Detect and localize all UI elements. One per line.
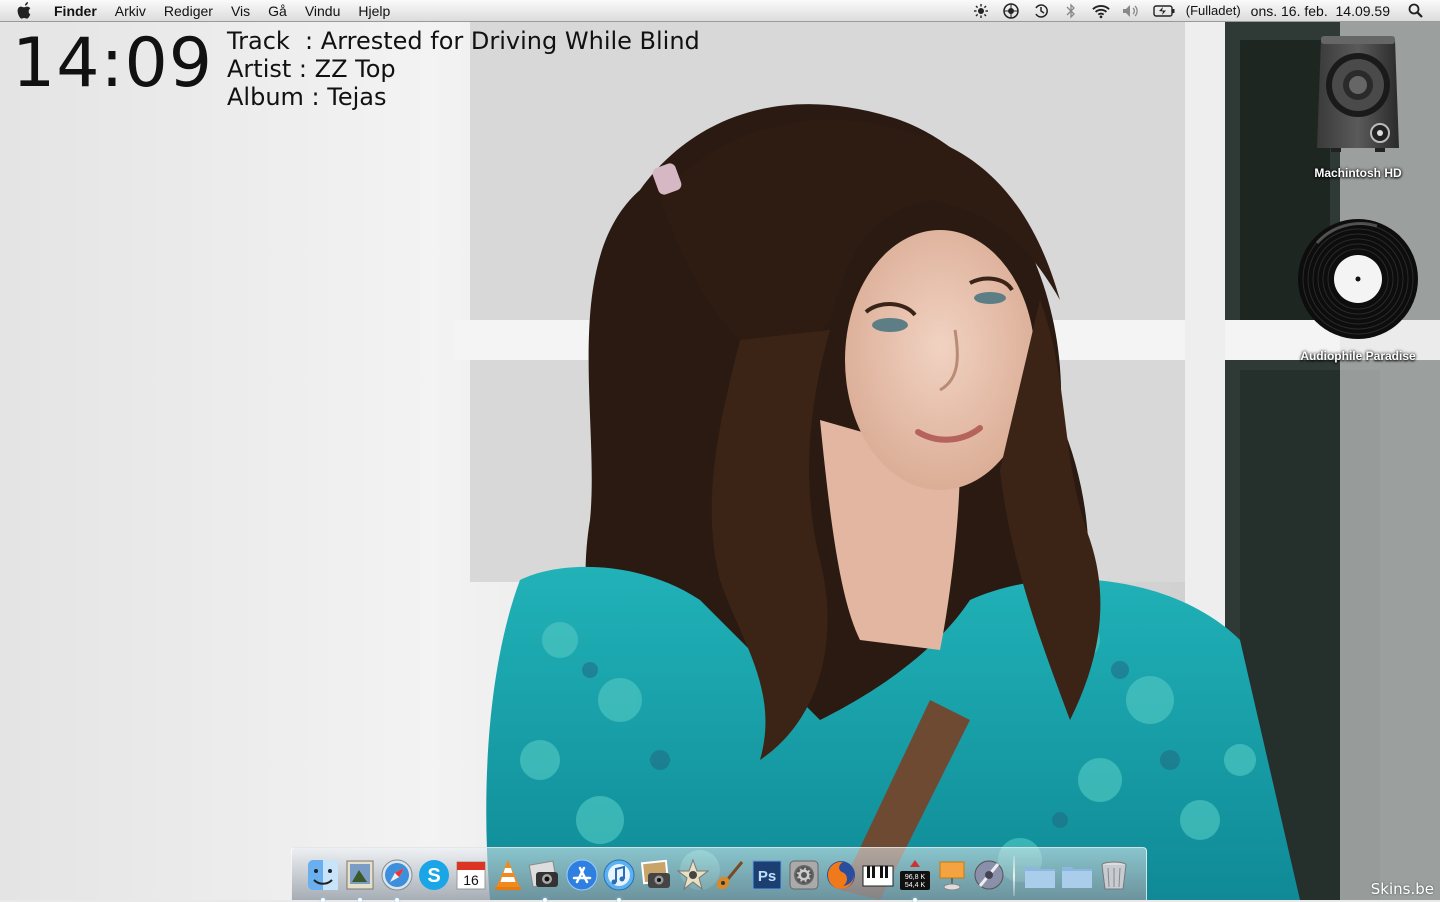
running-indicator (357, 898, 362, 902)
dock-item-preview[interactable] (341, 858, 378, 902)
menu-hjelp[interactable]: Hjelp (349, 0, 399, 22)
dock-item-safari[interactable] (378, 858, 415, 902)
firefox-icon (826, 861, 855, 889)
watermark: Skins.be (1370, 880, 1434, 898)
brightness-icon[interactable] (972, 3, 990, 19)
spotlight-search-icon[interactable] (1406, 3, 1424, 19)
artist-line: Artist : ZZ Top (227, 55, 396, 83)
dock-separator (1013, 856, 1015, 896)
dock: S 16 Ps 96,8 K 54,4 K (291, 847, 1147, 902)
time-machine-icon[interactable] (1032, 3, 1050, 19)
system-preferences-icon (789, 860, 818, 890)
dock-item-firefox[interactable] (822, 858, 859, 896)
itunes-icon (603, 859, 634, 891)
dock-item-ical[interactable]: 16 (452, 858, 489, 896)
track-line: Track : Arrested for Driving While Blind (227, 27, 700, 55)
dock-stack-documents[interactable] (1021, 858, 1058, 896)
hard-drive-speaker-icon (1317, 36, 1399, 152)
now-playing-info: Track : Arrested for Driving While Blind… (227, 27, 700, 111)
dock-item-system-preferences[interactable] (785, 858, 822, 896)
photoshop-icon: Ps (752, 860, 781, 890)
network-monitor-icon: 96,8 K54,4 K (899, 860, 930, 890)
desktop-icon-label: Audiophile Paradise (1300, 349, 1416, 363)
running-indicator (616, 898, 621, 902)
menu-arkiv[interactable]: Arkiv (106, 0, 155, 22)
dock-item-image-capture[interactable] (526, 858, 563, 902)
sync-icon[interactable] (1002, 2, 1020, 19)
app-store-icon (566, 859, 597, 891)
desktop-clock: 14:09 (12, 24, 213, 103)
imovie-star-icon (676, 858, 709, 891)
bluetooth-icon[interactable] (1062, 2, 1080, 19)
svg-text:S: S (427, 865, 440, 887)
preview-icon (346, 860, 373, 890)
vlc-icon (494, 860, 521, 890)
battery-status-text: (Fulladet) (1185, 3, 1241, 18)
dock-item-app-store[interactable] (563, 858, 600, 896)
iphoto-icon (640, 859, 670, 888)
dock-item-skype[interactable]: S (415, 858, 452, 896)
dock-item-photoshop[interactable]: Ps (748, 858, 785, 896)
image-capture-icon (528, 860, 558, 888)
ical-icon: 16 (456, 861, 485, 890)
desktop-icon-audiophile-paradise[interactable]: Audiophile Paradise (1288, 218, 1428, 363)
dock-item-garageband[interactable] (711, 858, 748, 896)
dock-item-network-monitor[interactable]: 96,8 K 54,4 K (896, 858, 933, 902)
menu-rediger[interactable]: Rediger (155, 0, 222, 22)
menu-vindu[interactable]: Vindu (296, 0, 350, 22)
running-indicator (394, 898, 399, 902)
vinyl-record-icon (1298, 219, 1418, 339)
album-line: Album : Tejas (227, 83, 387, 111)
running-indicator (320, 898, 325, 902)
desktop-icon-label: Machintosh HD (1314, 166, 1402, 180)
downloads-folder-icon (1061, 867, 1092, 888)
instruments-icon (974, 860, 1003, 890)
dock-trash[interactable] (1095, 858, 1132, 896)
svg-text:16: 16 (463, 872, 479, 888)
dock-item-presentation[interactable] (933, 858, 970, 896)
dock-item-instruments[interactable] (970, 858, 1007, 896)
apple-menu-icon[interactable] (17, 0, 39, 22)
dock-item-iphoto[interactable] (637, 858, 674, 896)
menu-finder[interactable]: Finder (51, 0, 106, 22)
menu-bar: Finder Arkiv Rediger Vis Gå Vindu Hjelp … (0, 0, 1440, 22)
volume-icon[interactable] (1122, 3, 1140, 19)
presentation-icon (939, 861, 964, 891)
desktop-icon-macintosh-hd[interactable]: Machintosh HD (1288, 30, 1428, 180)
svg-text:96,8 K: 96,8 K (904, 874, 925, 881)
piano-icon (862, 865, 893, 887)
running-indicator (542, 898, 547, 902)
wifi-icon[interactable] (1092, 3, 1110, 19)
documents-folder-icon (1024, 867, 1055, 888)
dock-item-itunes[interactable] (600, 858, 637, 902)
menubar-clock[interactable]: ons. 16. feb. 14.09.59 (1251, 3, 1390, 19)
dock-item-finder[interactable] (304, 858, 341, 902)
svg-text:Ps: Ps (757, 868, 775, 885)
trash-icon (1101, 861, 1126, 890)
battery-icon[interactable] (1152, 3, 1176, 19)
safari-icon (381, 859, 412, 891)
skype-icon: S (418, 860, 449, 890)
dock-item-imovie[interactable] (674, 858, 711, 896)
dock-item-vlc[interactable] (489, 858, 526, 896)
finder-icon (307, 860, 338, 890)
dock-stack-downloads[interactable] (1058, 858, 1095, 896)
menu-vis[interactable]: Vis (222, 0, 259, 22)
svg-text:54,4 K: 54,4 K (904, 882, 925, 889)
desktop-wallpaper (0, 0, 1440, 900)
running-indicator (912, 898, 917, 902)
dock-item-piano[interactable] (859, 858, 896, 896)
garageband-icon (716, 861, 743, 890)
menu-ga[interactable]: Gå (259, 0, 296, 22)
